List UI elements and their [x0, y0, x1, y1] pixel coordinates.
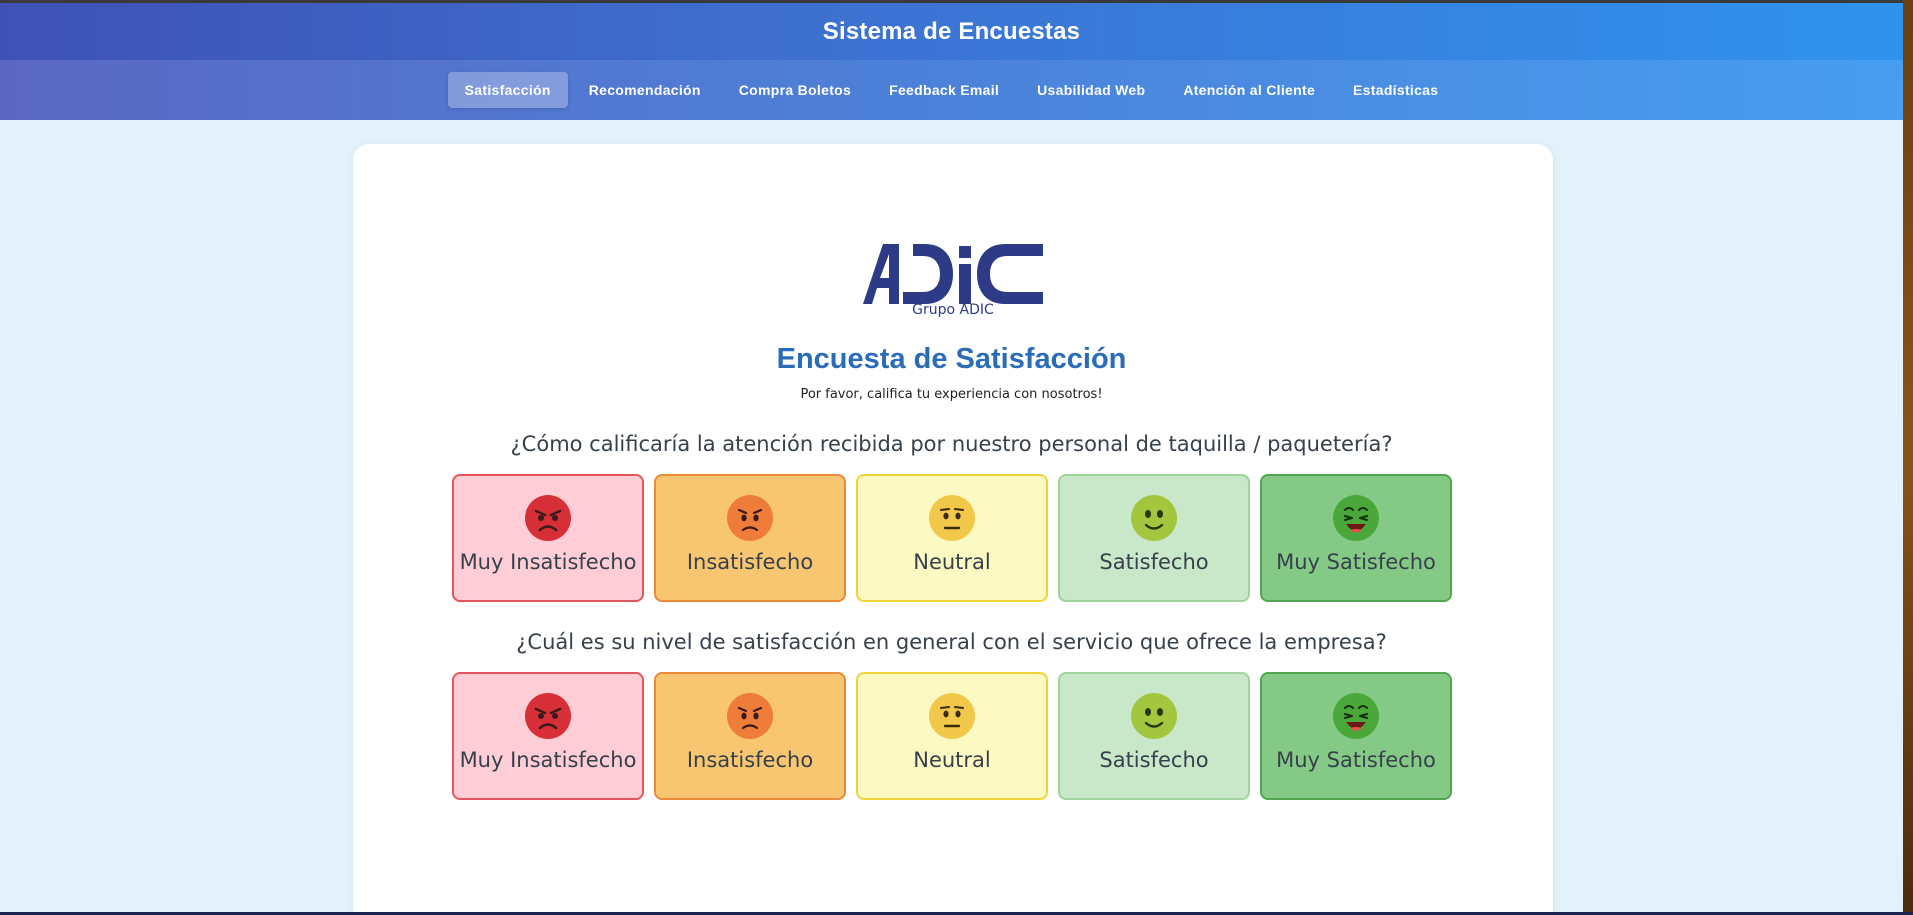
option-label: Satisfecho [1099, 550, 1209, 574]
option-insatisfecho[interactable]: Insatisfecho [654, 672, 846, 800]
tab-atencion-cliente[interactable]: Atención al Cliente [1166, 72, 1332, 108]
tab-usabilidad-web[interactable]: Usabilidad Web [1020, 72, 1162, 108]
tab-feedback-email[interactable]: Feedback Email [872, 72, 1016, 108]
option-satisfecho[interactable]: Satisfecho [1058, 672, 1250, 800]
option-label: Neutral [913, 748, 991, 772]
survey-nav: Satisfacción Recomendación Compra Boleto… [0, 60, 1903, 120]
smiling-face-icon [1131, 693, 1177, 739]
tab-compra-boletos[interactable]: Compra Boletos [722, 72, 868, 108]
option-muy-insatisfecho[interactable]: Muy Insatisfecho [452, 672, 644, 800]
laughing-face-icon [1333, 495, 1379, 541]
survey-title: Encuesta de Satisfacción [776, 343, 1127, 375]
question-2-text: ¿Cuál es su nivel de satisfacción en gen… [516, 630, 1387, 654]
option-satisfecho[interactable]: Satisfecho [1058, 474, 1250, 602]
option-label: Muy Insatisfecho [459, 550, 637, 574]
company-logo: Grupo ADIC [862, 242, 1044, 326]
laughing-face-icon [1333, 693, 1379, 739]
option-label: Muy Insatisfecho [459, 748, 637, 772]
neutral-face-icon [929, 693, 975, 739]
option-neutral[interactable]: Neutral [856, 474, 1048, 602]
question-1-text: ¿Cómo calificaría la atención recibida p… [510, 432, 1393, 456]
option-muy-satisfecho[interactable]: Muy Satisfecho [1260, 672, 1452, 800]
logo-subtitle: Grupo ADIC [912, 302, 994, 318]
option-label: Neutral [913, 550, 991, 574]
app-header: Sistema de Encuestas [0, 3, 1903, 60]
option-label: Satisfecho [1099, 748, 1209, 772]
option-label: Insatisfecho [686, 748, 814, 772]
browser-viewport: Sistema de Encuestas Satisfacción Recome… [0, 0, 1903, 912]
window-edge-right [1903, 0, 1913, 915]
adic-logo-icon [863, 244, 1043, 304]
question-1-options: Muy Insatisfecho Insatisfecho Neutral Sa… [452, 474, 1452, 602]
option-label: Muy Satisfecho [1276, 550, 1436, 574]
tab-recomendacion[interactable]: Recomendación [572, 72, 718, 108]
neutral-face-icon [929, 495, 975, 541]
question-2-options: Muy Insatisfecho Insatisfecho Neutral Sa… [452, 672, 1452, 800]
very-angry-face-icon [525, 495, 571, 541]
option-muy-insatisfecho[interactable]: Muy Insatisfecho [452, 474, 644, 602]
option-muy-satisfecho[interactable]: Muy Satisfecho [1260, 474, 1452, 602]
very-angry-face-icon [525, 693, 571, 739]
angry-face-icon [727, 693, 773, 739]
angry-face-icon [727, 495, 773, 541]
smiling-face-icon [1131, 495, 1177, 541]
option-label: Muy Satisfecho [1276, 748, 1436, 772]
option-label: Insatisfecho [686, 550, 814, 574]
tab-satisfaccion[interactable]: Satisfacción [447, 72, 568, 108]
option-insatisfecho[interactable]: Insatisfecho [654, 474, 846, 602]
app-title: Sistema de Encuestas [822, 17, 1081, 45]
tab-estadisticas[interactable]: Estadísticas [1336, 72, 1455, 108]
survey-subtitle: Por favor, califica tu experiencia con n… [800, 387, 1103, 402]
option-neutral[interactable]: Neutral [856, 672, 1048, 800]
